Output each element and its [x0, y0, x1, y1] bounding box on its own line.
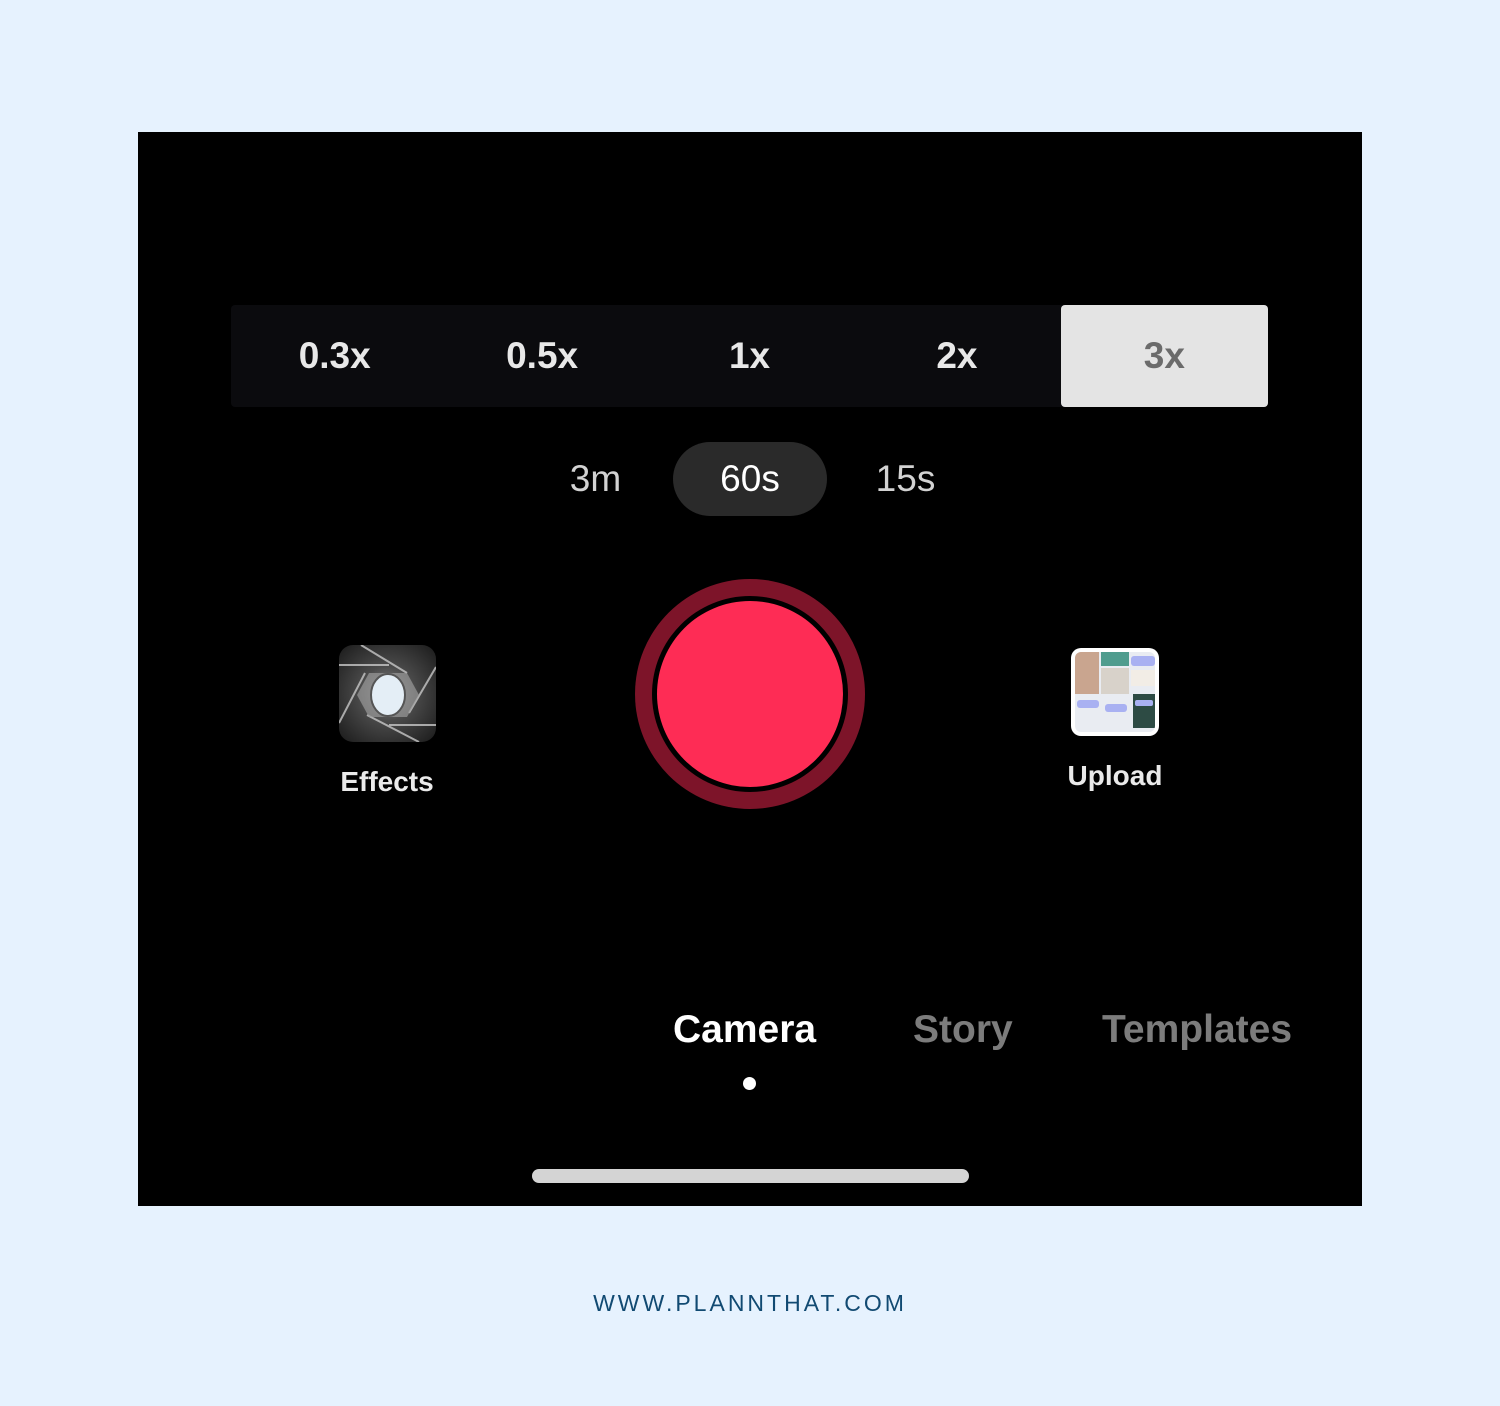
mode-tab-camera[interactable]: Camera: [673, 1008, 816, 1052]
duration-selector: 3m 60s 15s: [138, 442, 1362, 516]
duration-3m[interactable]: 3m: [548, 442, 643, 516]
effects-label: Effects: [340, 766, 434, 797]
duration-60s[interactable]: 60s: [673, 442, 827, 516]
camera-screen: 0.3x 0.5x 1x 2x 3x 3m 60s 15s Effects Up…: [138, 132, 1362, 1206]
mode-tab-story[interactable]: Story: [913, 1008, 1013, 1052]
record-button[interactable]: [635, 579, 865, 809]
active-mode-indicator: [743, 1077, 756, 1090]
duration-15s[interactable]: 15s: [858, 442, 953, 516]
zoom-option-1x[interactable]: 1x: [646, 305, 853, 407]
zoom-option-0-5x[interactable]: 0.5x: [438, 305, 645, 407]
upload-label: Upload: [1067, 760, 1163, 791]
gallery-thumbnail-icon: [1075, 652, 1155, 732]
zoom-option-0-3x[interactable]: 0.3x: [231, 305, 438, 407]
mode-tab-templates[interactable]: Templates: [1102, 1008, 1292, 1052]
zoom-option-2x[interactable]: 2x: [853, 305, 1060, 407]
zoom-selector: 0.3x 0.5x 1x 2x 3x: [231, 305, 1269, 407]
upload-button[interactable]: Upload: [1056, 648, 1174, 792]
effects-aperture-icon: [338, 645, 436, 742]
effects-button[interactable]: Effects: [328, 645, 446, 798]
footer-url: WWW.PLANNTHAT.COM: [593, 1290, 907, 1316]
record-icon: [657, 601, 843, 787]
upload-thumbnail: [1071, 648, 1159, 736]
zoom-option-3x[interactable]: 3x: [1060, 305, 1269, 407]
home-indicator[interactable]: [532, 1169, 969, 1183]
